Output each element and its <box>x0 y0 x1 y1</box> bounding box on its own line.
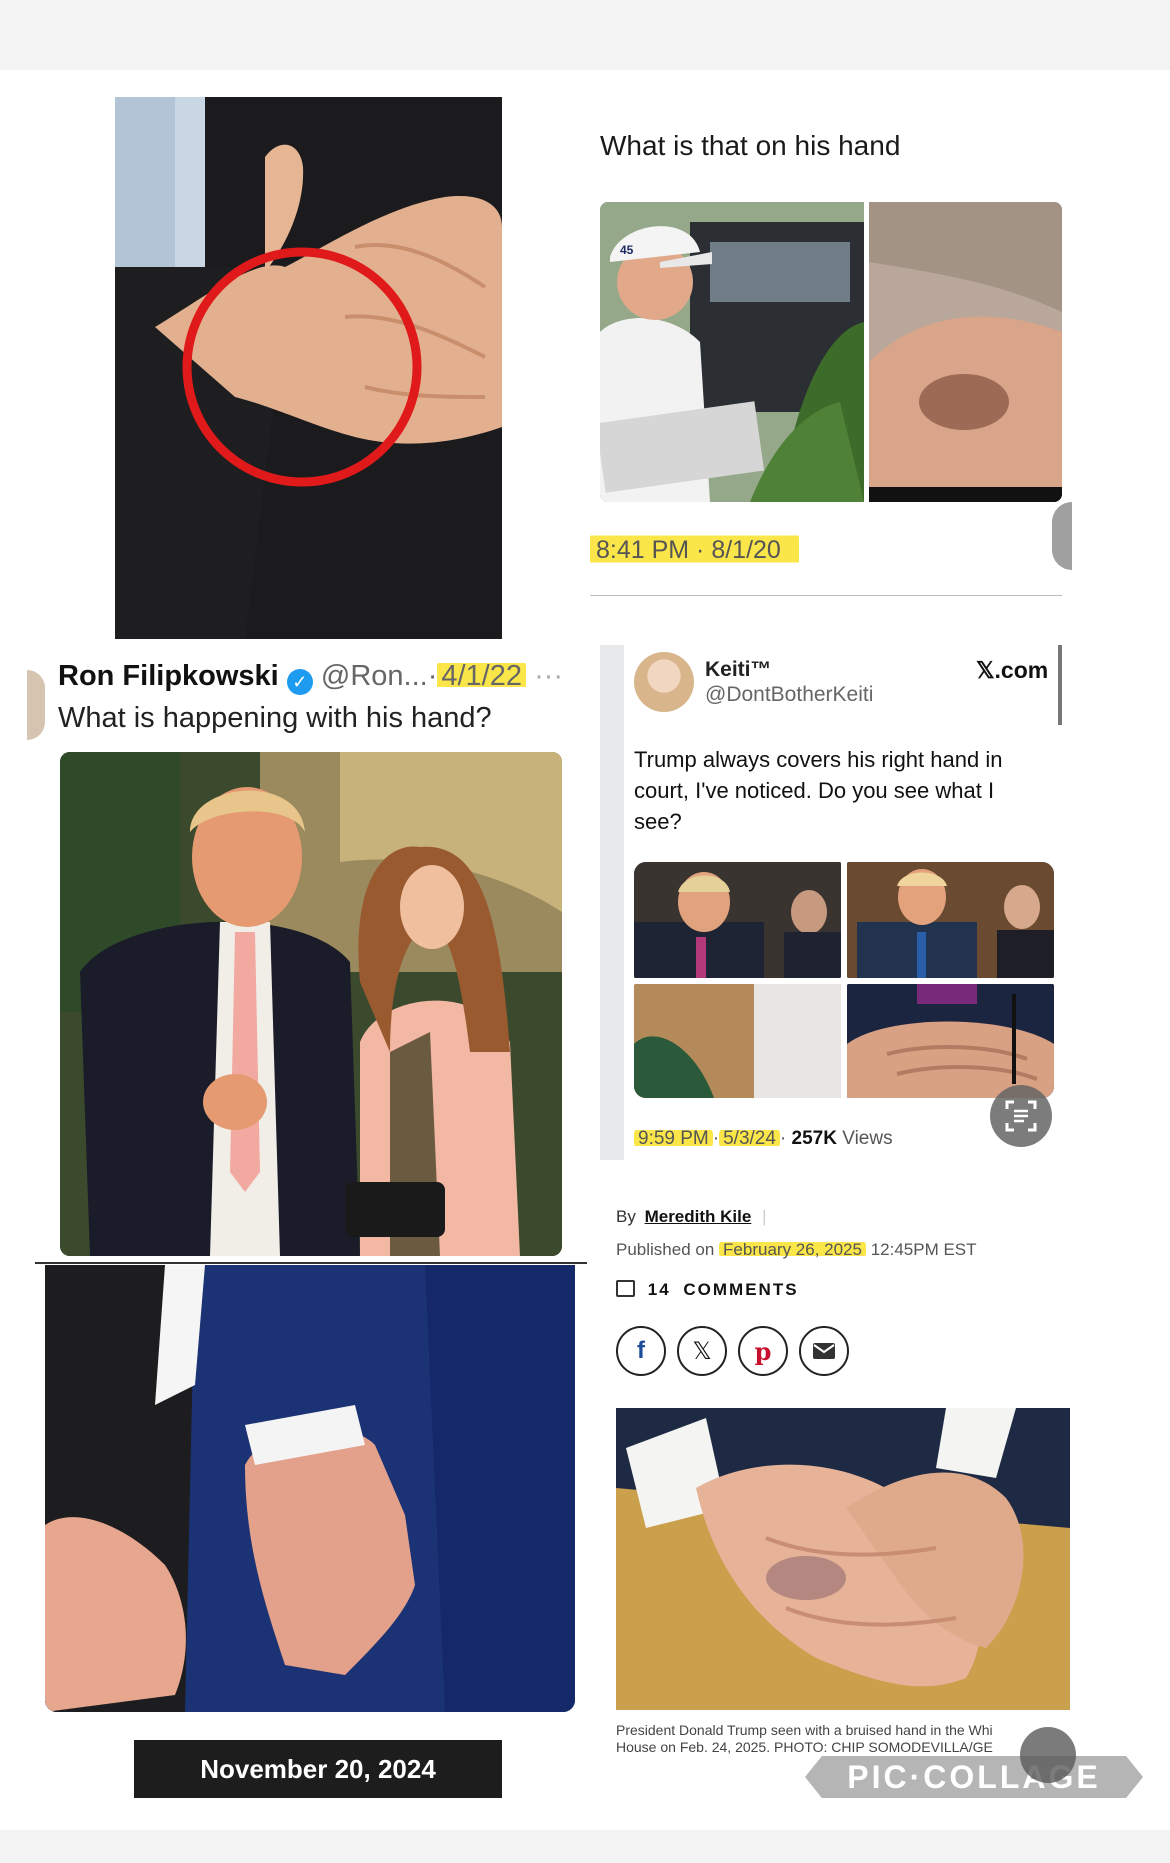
verified-icon: ✓ <box>286 669 313 695</box>
trump-newspaper-photo: 45 <box>600 202 864 502</box>
avatar[interactable] <box>634 652 694 712</box>
facebook-icon: f <box>637 1337 645 1364</box>
keiti-tweet-meta: 9:59 PM · 5/3/24 · 257K Views <box>634 1128 893 1150</box>
photo-caption: President Donald Trump seen with a bruis… <box>616 1722 993 1756</box>
pinterest-icon: p <box>754 1336 772 1366</box>
courtroom-photo-3[interactable] <box>634 984 841 1098</box>
tweet-timestamp-2020: 8:41 PM · 8/1/20 <box>590 532 799 568</box>
by-label: By <box>616 1207 636 1226</box>
published-date: February 26, 2025 <box>719 1240 866 1259</box>
scroll-indicator <box>1058 645 1062 725</box>
side-scroll-bubble <box>1052 502 1072 570</box>
question-text: What is that on his hand <box>600 130 901 161</box>
hands-in-pockets-photo <box>45 1265 575 1712</box>
scan-button[interactable] <box>1020 1727 1076 1783</box>
ron-avatar-fragment <box>27 670 45 740</box>
x-icon: 𝕏 <box>692 1337 712 1365</box>
comments-link[interactable]: 14 COMMENTS <box>616 1280 799 1300</box>
divider-line <box>35 1262 587 1264</box>
ron-tweet-header: Ron Filipkowski ✓ @Ron...· 4/1/22 ··· <box>58 660 563 695</box>
tweet-image-grid <box>634 862 1054 1098</box>
date-label: November 20, 2024 <box>200 1753 436 1784</box>
hand-closeup-photo <box>115 97 502 639</box>
comments-label: COMMENTS <box>683 1280 799 1299</box>
tweet-date[interactable]: 4/1/22 <box>437 660 526 692</box>
x-site-label[interactable]: 𝕏.com <box>976 657 1048 684</box>
facebook-share-button[interactable]: f <box>616 1326 666 1376</box>
comments-count: 14 <box>647 1280 671 1299</box>
tweet-date[interactable]: 5/3/24 <box>719 1128 780 1149</box>
hand-zoom-photo <box>869 202 1062 502</box>
author-name[interactable]: Ron Filipkowski <box>58 660 279 692</box>
text-recognition-button[interactable] <box>990 1085 1052 1147</box>
divider-line <box>590 595 1062 596</box>
views-count: 257K <box>791 1128 837 1149</box>
x-share-button[interactable]: 𝕏 <box>677 1326 727 1376</box>
cap-number: 45 <box>620 243 634 257</box>
date-label-box: November 20, 2024 <box>134 1740 502 1798</box>
separator: · <box>427 660 438 692</box>
more-icon[interactable]: ··· <box>534 660 563 692</box>
caption-line-1: President Donald Trump seen with a bruis… <box>616 1722 993 1738</box>
keiti-name[interactable]: Keiti™ <box>705 658 772 682</box>
picollage-watermark: PIC·COLLAGE <box>805 1756 1143 1798</box>
byline-divider: | <box>762 1207 767 1226</box>
published-time: 12:45PM EST <box>870 1240 977 1259</box>
email-icon <box>813 1343 835 1359</box>
published-label: Published on <box>616 1240 715 1259</box>
separator: · <box>779 1128 787 1149</box>
keiti-tweet-text: Trump always covers his right hand in co… <box>634 747 1003 834</box>
author-link[interactable]: Meredith Kile <box>645 1207 752 1226</box>
bruised-hands-photo <box>616 1408 1070 1710</box>
pinterest-share-button[interactable]: p <box>738 1326 788 1376</box>
email-share-button[interactable] <box>799 1326 849 1376</box>
text-scan-icon <box>1005 1100 1037 1132</box>
tweet-time[interactable]: 9:59 PM <box>634 1128 713 1149</box>
ron-tweet-text: What is happening with his hand? <box>58 702 492 734</box>
views-label: Views <box>842 1128 893 1149</box>
courtroom-photo-4[interactable] <box>847 984 1054 1098</box>
keiti-handle[interactable]: @DontBotherKeiti <box>705 683 873 707</box>
trump-with-woman-photo <box>60 752 562 1256</box>
caption-line-2: House on Feb. 24, 2025. PHOTO: CHIP SOMO… <box>616 1739 993 1755</box>
published-line: Published on February 26, 2025 12:45PM E… <box>616 1240 977 1260</box>
byline: By Meredith Kile | <box>616 1207 766 1227</box>
author-handle[interactable]: @Ron... <box>321 660 428 692</box>
comment-icon <box>616 1280 635 1297</box>
courtroom-photo-2[interactable] <box>847 862 1054 978</box>
courtroom-photo-1[interactable] <box>634 862 841 978</box>
